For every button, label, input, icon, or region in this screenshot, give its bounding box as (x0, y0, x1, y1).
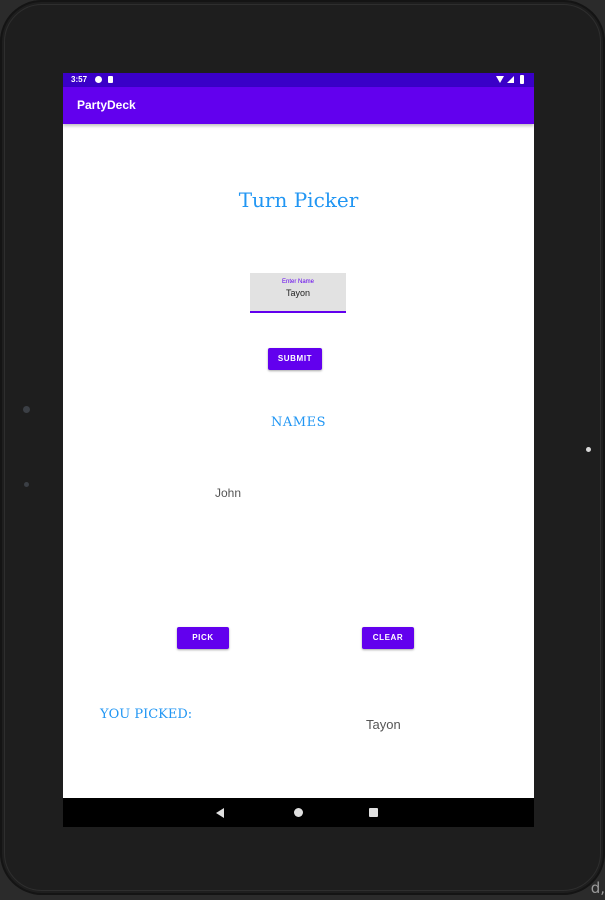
camera-dot (586, 447, 591, 452)
name-list-item: John (215, 486, 242, 500)
name-input-field[interactable]: Enter Name Tayon (250, 273, 346, 313)
sd-card-icon (108, 76, 113, 83)
picked-label: YOU PICKED: (100, 707, 193, 722)
emulator-background: 3:57 PartyDeck Turn Picker Enter Name Ta… (0, 0, 605, 900)
status-time: 3:57 (71, 75, 88, 84)
submit-button[interactable]: SUBMIT (268, 348, 322, 370)
name-input-label: Enter Name (281, 279, 314, 285)
sensor-dot-lower (24, 482, 29, 487)
wifi-icon (496, 76, 504, 83)
back-icon[interactable] (216, 808, 224, 818)
tablet-frame: 3:57 PartyDeck Turn Picker Enter Name Ta… (0, 0, 605, 895)
app-bar: PartyDeck (63, 87, 534, 124)
page-title: Turn Picker (238, 188, 359, 212)
picked-value: Tayon (366, 717, 401, 732)
status-bar: 3:57 (63, 73, 534, 87)
name-input-value[interactable]: Tayon (250, 287, 346, 299)
host-window-text: d, (590, 879, 605, 897)
signal-icon (507, 76, 514, 83)
recents-icon[interactable] (369, 808, 378, 817)
pick-button[interactable]: PICK (177, 627, 229, 649)
clear-button[interactable]: CLEAR (362, 627, 414, 649)
sensor-dot-upper (23, 406, 30, 413)
settings-icon (95, 76, 102, 83)
names-heading: NAMES (271, 415, 326, 430)
home-icon[interactable] (294, 808, 303, 817)
navigation-bar (63, 798, 534, 827)
battery-icon (520, 75, 524, 84)
device-screen: 3:57 PartyDeck Turn Picker Enter Name Ta… (63, 73, 534, 827)
app-title: PartyDeck (77, 98, 136, 112)
